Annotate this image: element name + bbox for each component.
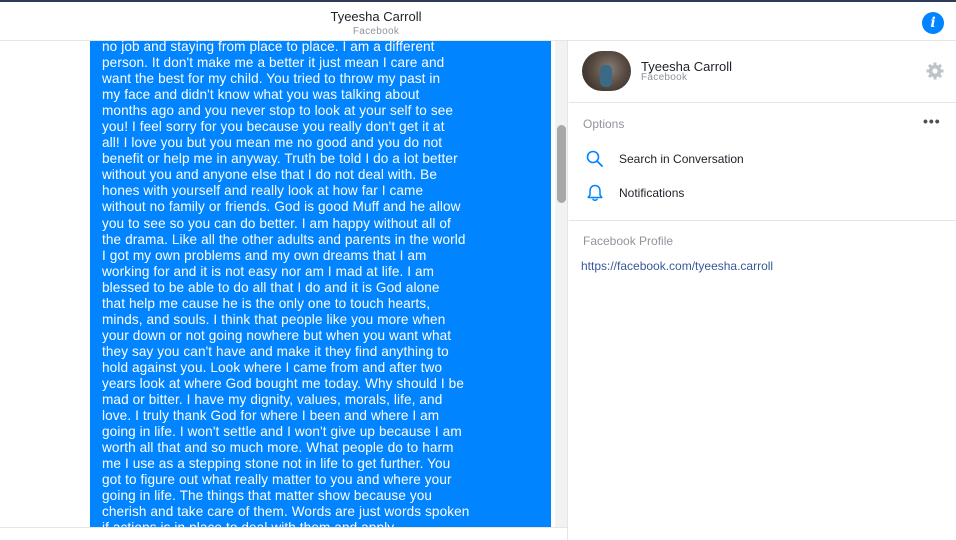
message-line: love. I truly thank God for where I been… bbox=[102, 408, 440, 424]
more-options-icon[interactable]: ••• bbox=[923, 113, 941, 129]
options-title: Options bbox=[583, 117, 625, 131]
option-label: Search in Conversation bbox=[619, 152, 744, 166]
message-text: no job and staying from place to place. … bbox=[102, 41, 548, 527]
option-search-in-conversation[interactable]: Search in Conversation bbox=[569, 143, 956, 173]
message-line: worth all that and so much more. What pe… bbox=[102, 440, 454, 456]
gear-icon[interactable] bbox=[925, 61, 945, 81]
message-line: hones with yourself and really look at h… bbox=[102, 183, 424, 199]
message-line: your down or not going nowhere but when … bbox=[102, 327, 452, 343]
message-line: minds, and souls. I think that people li… bbox=[102, 311, 446, 327]
message-line: mad or bitter. I have my dignity, values… bbox=[102, 392, 443, 408]
facebook-profile-title: Facebook Profile bbox=[583, 234, 674, 248]
bell-icon bbox=[587, 184, 603, 201]
message-line: you to see so you can do better. I am ha… bbox=[102, 215, 451, 231]
message-scrollbar[interactable] bbox=[555, 41, 567, 527]
conversation-header: Tyeesha Carroll Facebook i bbox=[0, 2, 956, 41]
message-line: that help me cause he is the only one to… bbox=[102, 295, 431, 311]
search-icon bbox=[586, 150, 603, 167]
message-line: my face and didn't know what you was tal… bbox=[102, 87, 420, 103]
message-line: I got my own problems and my own dreams … bbox=[102, 247, 427, 263]
message-line: benefit or help me in anyway. Truth be t… bbox=[102, 151, 458, 167]
message-line: want the best for my child. You tried to… bbox=[102, 71, 441, 87]
message-line: no job and staying from place to place. … bbox=[102, 41, 435, 54]
message-line: you! I feel sorry for you because you re… bbox=[102, 119, 445, 135]
message-pane[interactable]: no job and staying from place to place. … bbox=[0, 41, 568, 540]
message-line: person. It don't make me a better it jus… bbox=[102, 55, 445, 71]
message-line: the drama. Like all the other adults and… bbox=[102, 231, 466, 247]
info-icon[interactable]: i bbox=[922, 12, 944, 34]
message-line: without you and anyone else that I do no… bbox=[102, 167, 437, 183]
option-notifications[interactable]: Notifications bbox=[569, 177, 956, 207]
message-line: going in life. I won't settle and I won'… bbox=[102, 424, 462, 440]
message-line: me I use as a stepping stone not in life… bbox=[102, 456, 451, 472]
profile-subtitle: Facebook bbox=[641, 72, 688, 83]
message-line: working for and it is not easy nor am I … bbox=[102, 263, 435, 279]
message-line: if actions is in place to deal with them… bbox=[102, 520, 548, 527]
header-title[interactable]: Tyeesha Carroll bbox=[0, 9, 752, 24]
composer-edge bbox=[0, 527, 567, 540]
facebook-profile-link[interactable]: https://facebook.com/tyeesha.carroll bbox=[581, 259, 773, 273]
scrollbar-thumb[interactable] bbox=[557, 125, 566, 203]
message-line: they say you can't have and make it they… bbox=[102, 343, 449, 359]
section-divider bbox=[569, 220, 956, 221]
details-panel: Tyeesha Carroll Facebook Options ••• Sea… bbox=[569, 41, 956, 540]
message-line: all! I love you but you mean me no good … bbox=[102, 135, 443, 151]
message-line: cherish and take care of them. Words are… bbox=[102, 504, 470, 520]
header-subtitle: Facebook bbox=[352, 26, 400, 37]
message-bubble[interactable]: no job and staying from place to place. … bbox=[90, 41, 551, 527]
message-line: years look at where God bought me today.… bbox=[102, 375, 465, 391]
avatar[interactable] bbox=[582, 51, 631, 91]
message-line: got to figure out what really matter to … bbox=[102, 472, 452, 488]
message-line: months ago and you never stop to look at… bbox=[102, 103, 454, 119]
message-line: blessed to be able to do all that I do a… bbox=[102, 279, 440, 295]
message-line: going in life. The things that matter sh… bbox=[102, 488, 433, 504]
profile-header: Tyeesha Carroll Facebook bbox=[569, 41, 956, 103]
message-line: hold against you. Look where I came from… bbox=[102, 359, 443, 375]
message-line: without no family or friends. God is goo… bbox=[102, 199, 461, 215]
option-label: Notifications bbox=[619, 186, 685, 200]
